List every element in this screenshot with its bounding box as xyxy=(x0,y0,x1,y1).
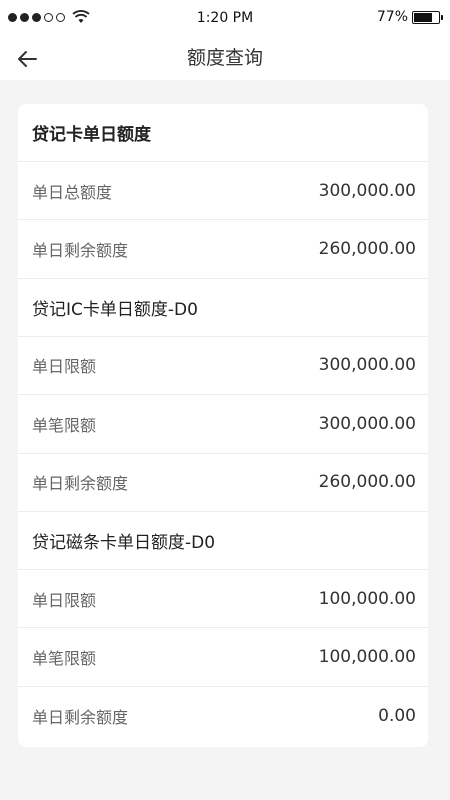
limit-row: 单日总额度 300,000.00 xyxy=(18,162,428,221)
limit-row: 单日剩余额度 260,000.00 xyxy=(18,454,428,512)
row-value: 300,000.00 xyxy=(318,413,416,434)
row-label: 单日剩余额度 xyxy=(32,241,129,261)
row-label: 单笔限额 xyxy=(32,415,97,435)
row-label: 单日总额度 xyxy=(32,182,113,202)
row-label: 单日剩余额度 xyxy=(32,707,129,727)
row-value: 260,000.00 xyxy=(318,472,416,493)
status-bar: 1:20 PM 77% xyxy=(0,0,450,38)
limit-row: 单笔限额 100,000.00 xyxy=(18,628,428,687)
row-value: 100,000.00 xyxy=(318,588,416,609)
row-value: 100,000.00 xyxy=(318,647,416,668)
section-title: 贷记磁条卡单日额度-D0 xyxy=(18,512,428,570)
limit-row: 单日剩余额度 0.00 xyxy=(18,687,428,745)
limit-card: 贷记卡单日额度 单日总额度 300,000.00 单日剩余额度 260,000.… xyxy=(18,104,428,747)
row-label: 单日剩余额度 xyxy=(32,474,129,494)
page-title: 额度查询 xyxy=(186,47,263,69)
row-label: 单日限额 xyxy=(32,357,97,377)
row-label: 单笔限额 xyxy=(32,649,97,669)
row-value: 300,000.00 xyxy=(318,355,416,376)
battery-icon xyxy=(412,10,443,24)
limit-row: 单日限额 300,000.00 xyxy=(18,337,428,396)
limit-row: 单笔限额 300,000.00 xyxy=(18,395,428,454)
row-value: 260,000.00 xyxy=(318,239,416,260)
section-title: 贷记卡单日额度 xyxy=(18,104,428,162)
battery-percentage: 77% xyxy=(376,9,408,25)
battery-fill xyxy=(414,12,433,22)
row-value: 300,000.00 xyxy=(318,180,416,201)
battery-cap xyxy=(441,14,443,20)
limit-row: 单日剩余额度 260,000.00 xyxy=(18,220,428,279)
row-label: 单日限额 xyxy=(32,590,97,610)
section-title: 贷记IC卡单日额度-D0 xyxy=(18,279,428,337)
navigation-bar: 额度查询 xyxy=(0,38,450,80)
limit-row: 单日限额 100,000.00 xyxy=(18,570,428,629)
row-value: 0.00 xyxy=(378,705,416,726)
